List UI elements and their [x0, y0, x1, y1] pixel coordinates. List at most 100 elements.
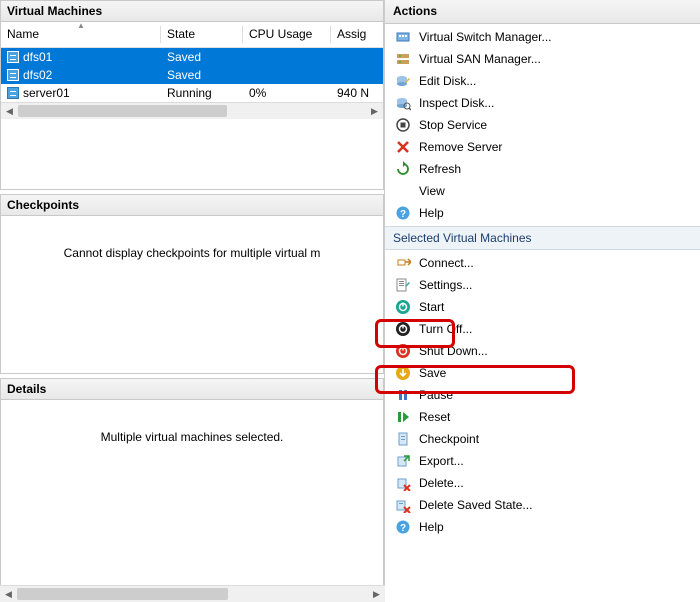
vm-name: dfs02 [23, 68, 52, 82]
action-label: Refresh [419, 162, 461, 176]
delete-icon [395, 475, 411, 491]
table-row[interactable]: dfs01 Saved [1, 48, 383, 67]
actions-header: Actions [385, 0, 700, 24]
checkpoint-icon [395, 431, 411, 447]
col-name[interactable]: ▲ Name [1, 22, 161, 48]
vm-cpu: 0% [243, 84, 331, 102]
vm-action-export[interactable]: Export... [385, 450, 700, 472]
disk-edit-icon [395, 73, 411, 89]
action-label: Virtual SAN Manager... [419, 52, 541, 66]
vm-panel-title: Virtual Machines [0, 0, 384, 22]
reset-icon [395, 409, 411, 425]
details-title: Details [0, 378, 384, 400]
checkpoints-title: Checkpoints [0, 194, 384, 216]
stop-icon [395, 117, 411, 133]
vm-name: dfs01 [23, 50, 52, 64]
action-label: Inspect Disk... [419, 96, 494, 110]
scroll-right-icon[interactable]: ▶ [368, 586, 385, 602]
action-label: Turn Off... [419, 322, 472, 336]
vm-action-save[interactable]: Save [385, 362, 700, 384]
action-label: Pause [419, 388, 453, 402]
scroll-left-icon[interactable]: ◀ [1, 103, 18, 119]
vm-action-turn-off[interactable]: Turn Off... [385, 318, 700, 340]
left-pane-h-scrollbar[interactable]: ◀ ▶ [0, 585, 385, 602]
vm-action-start[interactable]: Start [385, 296, 700, 318]
switch-icon [395, 29, 411, 45]
vm-icon [7, 51, 19, 63]
action-refresh[interactable]: Refresh [385, 158, 700, 180]
shutdown-icon [395, 343, 411, 359]
details-panel: Details Multiple virtual machines select… [0, 378, 384, 602]
export-icon [395, 453, 411, 469]
disk-inspect-icon [395, 95, 411, 111]
help-icon: ? [395, 519, 411, 535]
action-label: View [419, 184, 445, 198]
action-label: Settings... [419, 278, 472, 292]
table-row[interactable]: server01 Running0%940 N [1, 84, 383, 102]
checkpoints-panel: Checkpoints Cannot display checkpoints f… [0, 194, 384, 374]
vm-action-connect[interactable]: Connect... [385, 252, 700, 274]
col-assigned[interactable]: Assig [331, 22, 383, 48]
action-label: Delete Saved State... [419, 498, 532, 512]
sort-asc-icon: ▲ [77, 22, 85, 30]
action-virtual-switch-manager[interactable]: Virtual Switch Manager... [385, 26, 700, 48]
vm-action-reset[interactable]: Reset [385, 406, 700, 428]
vm-action-delete-saved-state[interactable]: Delete Saved State... [385, 494, 700, 516]
vm-action-delete[interactable]: Delete... [385, 472, 700, 494]
pause-icon [395, 387, 411, 403]
action-label: Remove Server [419, 140, 502, 154]
vm-assigned [331, 66, 383, 84]
action-virtual-san-manager[interactable]: Virtual SAN Manager... [385, 48, 700, 70]
vm-action-checkpoint[interactable]: Checkpoint [385, 428, 700, 450]
vm-icon [7, 87, 19, 99]
start-icon [395, 299, 411, 315]
action-help[interactable]: ?Help [385, 202, 700, 224]
checkpoints-message: Cannot display checkpoints for multiple … [1, 216, 383, 290]
san-icon [395, 51, 411, 67]
actions-pane: Actions Virtual Switch Manager... Virtual… [385, 0, 700, 602]
vm-action-help[interactable]: ? Help [385, 516, 700, 538]
vm-state: Saved [161, 66, 243, 84]
action-label: Virtual Switch Manager... [419, 30, 552, 44]
action-inspect-disk[interactable]: Inspect Disk... [385, 92, 700, 114]
connect-icon [395, 255, 411, 271]
action-label: Checkpoint [419, 432, 479, 446]
vm-cpu [243, 66, 331, 84]
table-row[interactable]: dfs02 Saved [1, 66, 383, 84]
col-state[interactable]: State [161, 22, 243, 48]
refresh-icon [395, 161, 411, 177]
vm-cpu [243, 48, 331, 67]
vm-action-settings[interactable]: Settings... [385, 274, 700, 296]
vm-h-scrollbar[interactable]: ◀ ▶ [1, 102, 383, 119]
settings-icon [395, 277, 411, 293]
svg-text:?: ? [400, 209, 406, 220]
action-edit-disk[interactable]: Edit Disk... [385, 70, 700, 92]
action-label: Reset [419, 410, 450, 424]
vm-action-pause[interactable]: Pause [385, 384, 700, 406]
vm-assigned [331, 48, 383, 67]
svg-text:?: ? [400, 523, 406, 534]
action-view[interactable]: View [385, 180, 700, 202]
vm-state: Running [161, 84, 243, 102]
vm-assigned: 940 N [331, 84, 383, 102]
action-stop-service[interactable]: Stop Service [385, 114, 700, 136]
action-label: Help [419, 520, 444, 534]
vm-icon [7, 69, 19, 81]
action-label: Shut Down... [419, 344, 488, 358]
vm-state: Saved [161, 48, 243, 67]
action-label: Save [419, 366, 446, 380]
vm-name: server01 [23, 86, 70, 100]
col-cpu[interactable]: CPU Usage [243, 22, 331, 48]
remove-icon [395, 139, 411, 155]
turnoff-icon [395, 321, 411, 337]
vm-action-shut-down[interactable]: Shut Down... [385, 340, 700, 362]
delete-state-icon [395, 497, 411, 513]
action-label: Edit Disk... [419, 74, 476, 88]
action-remove-server[interactable]: Remove Server [385, 136, 700, 158]
scroll-right-icon[interactable]: ▶ [366, 103, 383, 119]
selected-vm-header: Selected Virtual Machines [385, 226, 700, 250]
save-icon [395, 365, 411, 381]
scroll-left-icon[interactable]: ◀ [0, 586, 17, 602]
vm-table[interactable]: ▲ Name State CPU Usage Assig dfs01Savedd… [1, 22, 383, 102]
action-label: Stop Service [419, 118, 487, 132]
